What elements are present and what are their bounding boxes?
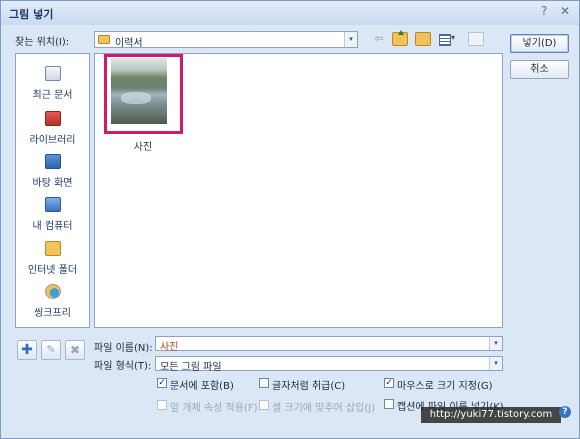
- place-my-computer[interactable]: 내 컴퓨터: [16, 197, 89, 239]
- help-icon[interactable]: ?: [559, 406, 571, 418]
- look-in-label: 찾는 위치(I):: [15, 37, 70, 48]
- recent-documents-icon: [45, 66, 61, 81]
- photo-thumbnail[interactable]: [111, 58, 167, 124]
- file-name-field[interactable]: 사진 ▾: [155, 336, 503, 353]
- file-name-label: 사진: [133, 142, 153, 153]
- chevron-down-icon[interactable]: ▾: [489, 337, 502, 350]
- watermark-url: http://yuki77.tistory.com: [421, 407, 561, 423]
- up-folder-icon[interactable]: [392, 30, 408, 46]
- place-recent-documents[interactable]: 최근 문서: [16, 66, 89, 108]
- place-label: 씽크프리: [34, 308, 71, 319]
- place-label: 최근 문서: [32, 90, 73, 101]
- file-name-value: 사진: [160, 342, 179, 353]
- my-computer-icon: [45, 197, 61, 212]
- dialog-title: 그림 넣기: [9, 8, 54, 21]
- new-folder-icon[interactable]: [415, 32, 431, 46]
- checkbox-label: 마우스로 크기 지정(G): [397, 381, 493, 392]
- back-icon[interactable]: ⇦: [371, 32, 387, 46]
- checkbox-box: [157, 400, 167, 410]
- place-label: 내 컴퓨터: [32, 221, 73, 232]
- checkbox-box[interactable]: [384, 399, 394, 409]
- library-icon: [45, 111, 61, 126]
- checkbox-label: 앞 개체 속성 적용(F): [170, 403, 258, 414]
- file-type-label: 파일 형식(T):: [94, 361, 152, 372]
- help-button[interactable]: ?: [541, 4, 547, 18]
- internet-folder-icon: [45, 241, 61, 256]
- edit-place-icon[interactable]: ✎: [41, 340, 61, 360]
- chevron-down-icon[interactable]: ▾: [344, 32, 357, 47]
- close-button[interactable]: ✕: [560, 4, 570, 18]
- checkbox-box[interactable]: ✓: [384, 378, 394, 388]
- file-name-label: 파일 이름(N):: [94, 343, 153, 354]
- place-label: 라이브러리: [29, 135, 76, 146]
- place-thinkfree[interactable]: 씽크프리: [16, 284, 89, 326]
- views-icon[interactable]: [437, 32, 459, 46]
- remove-place-icon[interactable]: ✖: [65, 340, 85, 360]
- file-item[interactable]: 사진: [103, 54, 183, 154]
- places-bar: 최근 문서 라이브러리 바탕 화면 내 컴퓨터 인터넷 폴더 씽크프리: [15, 53, 90, 328]
- look-in-dropdown[interactable]: 이력서 ▾: [94, 31, 358, 49]
- desktop-icon: [45, 154, 61, 169]
- look-in-value: 이력서: [115, 38, 143, 49]
- checkbox-box: [259, 400, 269, 410]
- insert-button[interactable]: 넣기(D): [510, 34, 569, 53]
- insert-picture-dialog: 그림 넣기 ? ✕ 찾는 위치(I): 이력서 ▾ ⇦ 넣기(D) 취소 최근 …: [0, 0, 580, 439]
- title-bar: 그림 넣기 ? ✕: [1, 1, 579, 25]
- place-library[interactable]: 라이브러리: [16, 111, 89, 153]
- file-type-value: 모든 그림 파일: [160, 362, 222, 373]
- thinkfree-icon: [45, 284, 61, 299]
- checkbox-label: 글자처럼 취급(C): [272, 381, 346, 392]
- cancel-button[interactable]: 취소: [510, 60, 569, 79]
- place-internet-folder[interactable]: 인터넷 폴더: [16, 241, 89, 283]
- file-type-dropdown[interactable]: 모든 그림 파일 ▾: [155, 356, 503, 373]
- chevron-down-icon[interactable]: ▾: [489, 357, 502, 370]
- file-list[interactable]: 사진: [94, 53, 503, 328]
- place-desktop[interactable]: 바탕 화면: [16, 154, 89, 196]
- place-label: 바탕 화면: [32, 178, 73, 189]
- checkbox-label: 문서에 포함(B): [170, 381, 234, 392]
- checkbox-box[interactable]: [259, 378, 269, 388]
- folder-icon: [98, 35, 110, 44]
- place-label: 인터넷 폴더: [27, 265, 78, 276]
- checkbox-label: 셀 크기에 맞추어 삽입(J): [272, 403, 376, 414]
- add-place-icon[interactable]: ✚: [17, 340, 37, 360]
- checkbox-box[interactable]: ✓: [157, 378, 167, 388]
- delete-icon[interactable]: [468, 32, 484, 46]
